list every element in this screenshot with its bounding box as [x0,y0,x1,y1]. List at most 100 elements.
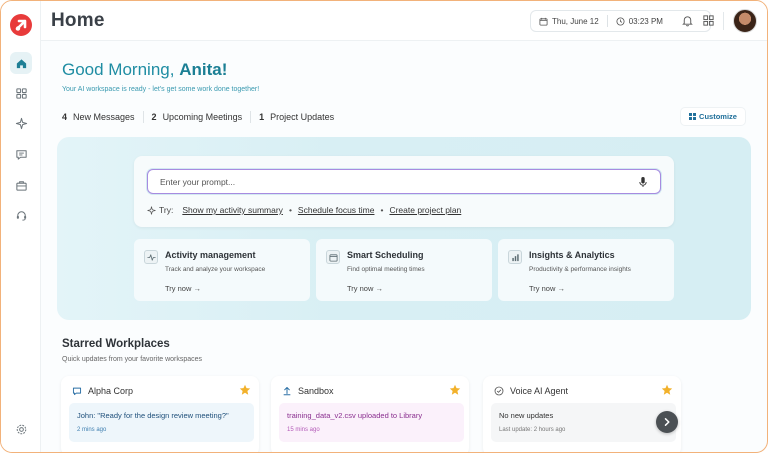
workspace-card-sandbox[interactable]: Sandbox training_data_v2.csv uploaded to… [271,376,469,452]
suggestion-activity-summary[interactable]: Show my activity summary [182,205,283,215]
update-time: 2 mins ago [77,427,107,433]
greeting-subtitle: Your AI workspace is ready - let's get s… [62,86,260,93]
try-now-link[interactable]: Try now → [529,284,565,293]
stats-row: 4 New Messages 2 Upcoming Meetings 1 Projec… [62,111,342,123]
feature-card-insights[interactable]: Insights & Analytics Productivity & perf… [498,239,674,301]
stat-count: 1 [259,112,265,122]
divider [142,111,144,123]
update-text: John: "Ready for the design review meeti… [77,411,229,420]
starred-section-title: Starred Workplaces [62,338,170,350]
bar-chart-icon [508,250,522,264]
notifications-button[interactable] [680,13,695,28]
divider [250,111,252,123]
sidebar-item-dashboard[interactable] [10,82,32,104]
try-now-link[interactable]: Try now → [347,284,383,293]
stat-label: New Messages [73,112,135,122]
starred-section-subtitle: Quick updates from your favorite workspa… [62,356,203,363]
prompt-input[interactable] [148,170,628,193]
suggestion-project-plan[interactable]: Create project plan [389,205,461,215]
try-text: Try: [159,205,174,215]
sidebar-settings[interactable] [10,418,32,440]
microphone-icon[interactable] [637,176,649,188]
feature-description: Find optimal meeting times [347,266,425,273]
feature-description: Productivity & performance insights [529,266,631,273]
sidebar-item-home[interactable] [10,52,32,74]
suggestion-focus-time[interactable]: Schedule focus time [298,205,375,215]
workspace-name: Alpha Corp [88,386,134,396]
workspace-card-voice-ai-agent[interactable]: Voice AI Agent No new updates Last updat… [483,376,681,452]
sidebar-item-messages[interactable] [10,143,32,165]
separator-dot: • [288,205,292,215]
carousel-next-button[interactable] [656,411,678,433]
stat-meetings[interactable]: 2 Upcoming Meetings [152,112,251,122]
calendar-icon [326,250,340,264]
customize-button[interactable]: Customize [680,107,746,126]
user-name: Anita! [179,60,228,79]
headset-icon [16,210,26,221]
try-now-link[interactable]: Try now → [165,284,201,293]
prompt-input-wrapper [147,169,661,194]
time-text: 03:23 PM [628,16,663,26]
feature-card-scheduling[interactable]: Smart Scheduling Find optimal meeting ti… [316,239,492,301]
clock-icon [616,16,625,26]
feature-title: Smart Scheduling [347,250,424,260]
sparkle-icon [147,205,156,215]
stat-count: 2 [151,112,157,122]
greeting-heading: Good Morning, Anita! [62,60,227,80]
prompt-suggestions: Try: Show my activity summary • Schedule… [147,205,461,215]
workspace-update: No new updates Last update: 2 hours ago [491,403,676,442]
apps-grid-icon [703,15,714,26]
layout-icon [689,113,697,120]
sidebar-item-support[interactable] [10,204,32,226]
grid-icon [15,87,27,99]
feature-title: Insights & Analytics [529,250,615,260]
divider [723,12,724,30]
sidebar [1,1,41,452]
workspace-header: Voice AI Agent [494,386,568,396]
sparkle-icon [15,117,27,129]
top-bar: Home Thu, June 12 03:23 PM [41,1,767,41]
workspace-update: training_data_v2.csv uploaded to Library… [279,403,464,442]
check-circle-icon [494,386,504,396]
customize-label: Customize [699,112,737,121]
feature-card-activity[interactable]: Activity management Track and analyze yo… [134,239,310,301]
update-time: Last update: 2 hours ago [499,427,566,433]
workspace-update: John: "Ready for the design review meeti… [69,403,254,442]
stat-messages[interactable]: 4 New Messages [62,112,143,122]
apps-button[interactable] [701,13,716,28]
bell-icon [682,16,693,27]
workspace-header: Alpha Corp [72,386,133,396]
try-label: Try: [147,205,173,215]
upload-icon [283,387,291,396]
stat-label: Upcoming Meetings [162,112,243,122]
update-text: training_data_v2.csv uploaded to Library [287,411,423,420]
star-icon[interactable] [239,384,251,396]
update-time: 15 mins ago [287,427,320,433]
date-text: Thu, June 12 [552,16,599,26]
separator-dot: • [380,205,384,215]
page-title: Home [51,10,105,31]
workspace-header: Sandbox [282,386,334,396]
star-icon[interactable] [661,384,673,396]
workspace-card-alpha-corp[interactable]: Alpha Corp John: "Ready for the design r… [61,376,259,452]
stat-label: Project Updates [270,112,335,122]
calendar-icon [539,17,548,26]
user-avatar[interactable] [733,9,757,33]
feature-title: Activity management [165,250,256,260]
update-text: No new updates [499,411,554,420]
stat-projects[interactable]: 1 Project Updates [259,112,342,122]
sidebar-item-workspace[interactable] [10,174,32,196]
briefcase-icon [15,180,27,191]
home-icon [16,58,26,68]
gear-icon [16,424,26,434]
chat-icon [15,149,27,160]
chevron-right-icon [664,418,670,426]
brand-logo[interactable] [10,14,32,36]
app-window: Home Thu, June 12 03:23 PM Good Morning,… [0,0,768,453]
stat-count: 4 [62,112,68,122]
greeting-prefix: Good Morning, [62,60,175,79]
star-icon[interactable] [449,384,461,396]
workspace-name: Sandbox [298,386,334,396]
activity-icon [144,250,158,264]
sidebar-item-ai[interactable] [10,112,32,134]
